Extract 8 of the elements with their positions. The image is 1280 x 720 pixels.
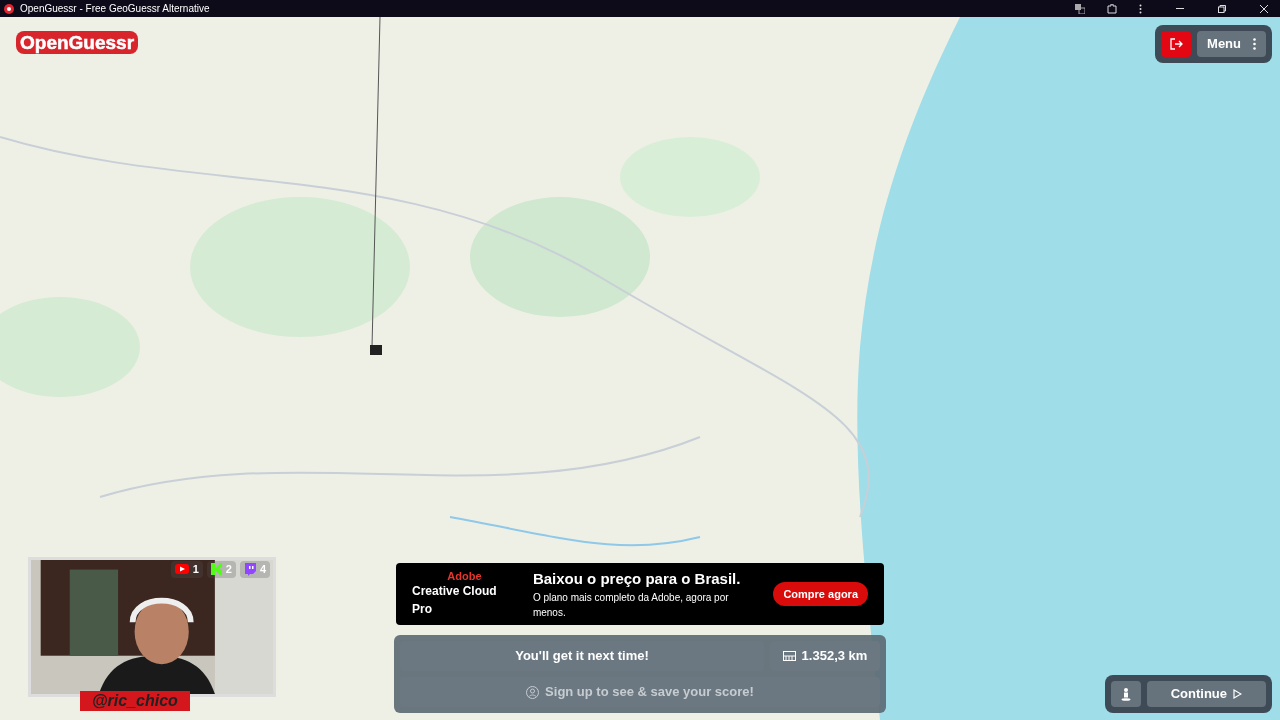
puzzle-icon[interactable]: [1107, 3, 1117, 14]
more-icon[interactable]: [1139, 3, 1142, 14]
restore-icon[interactable]: [1218, 4, 1226, 13]
close-icon[interactable]: [1260, 4, 1268, 13]
translate-icon[interactable]: [1075, 3, 1085, 14]
app-icon: [4, 3, 14, 14]
window-title: OpenGuessr - Free GeoGuessr Alternative: [20, 2, 210, 16]
minimize-icon[interactable]: [1176, 7, 1184, 10]
